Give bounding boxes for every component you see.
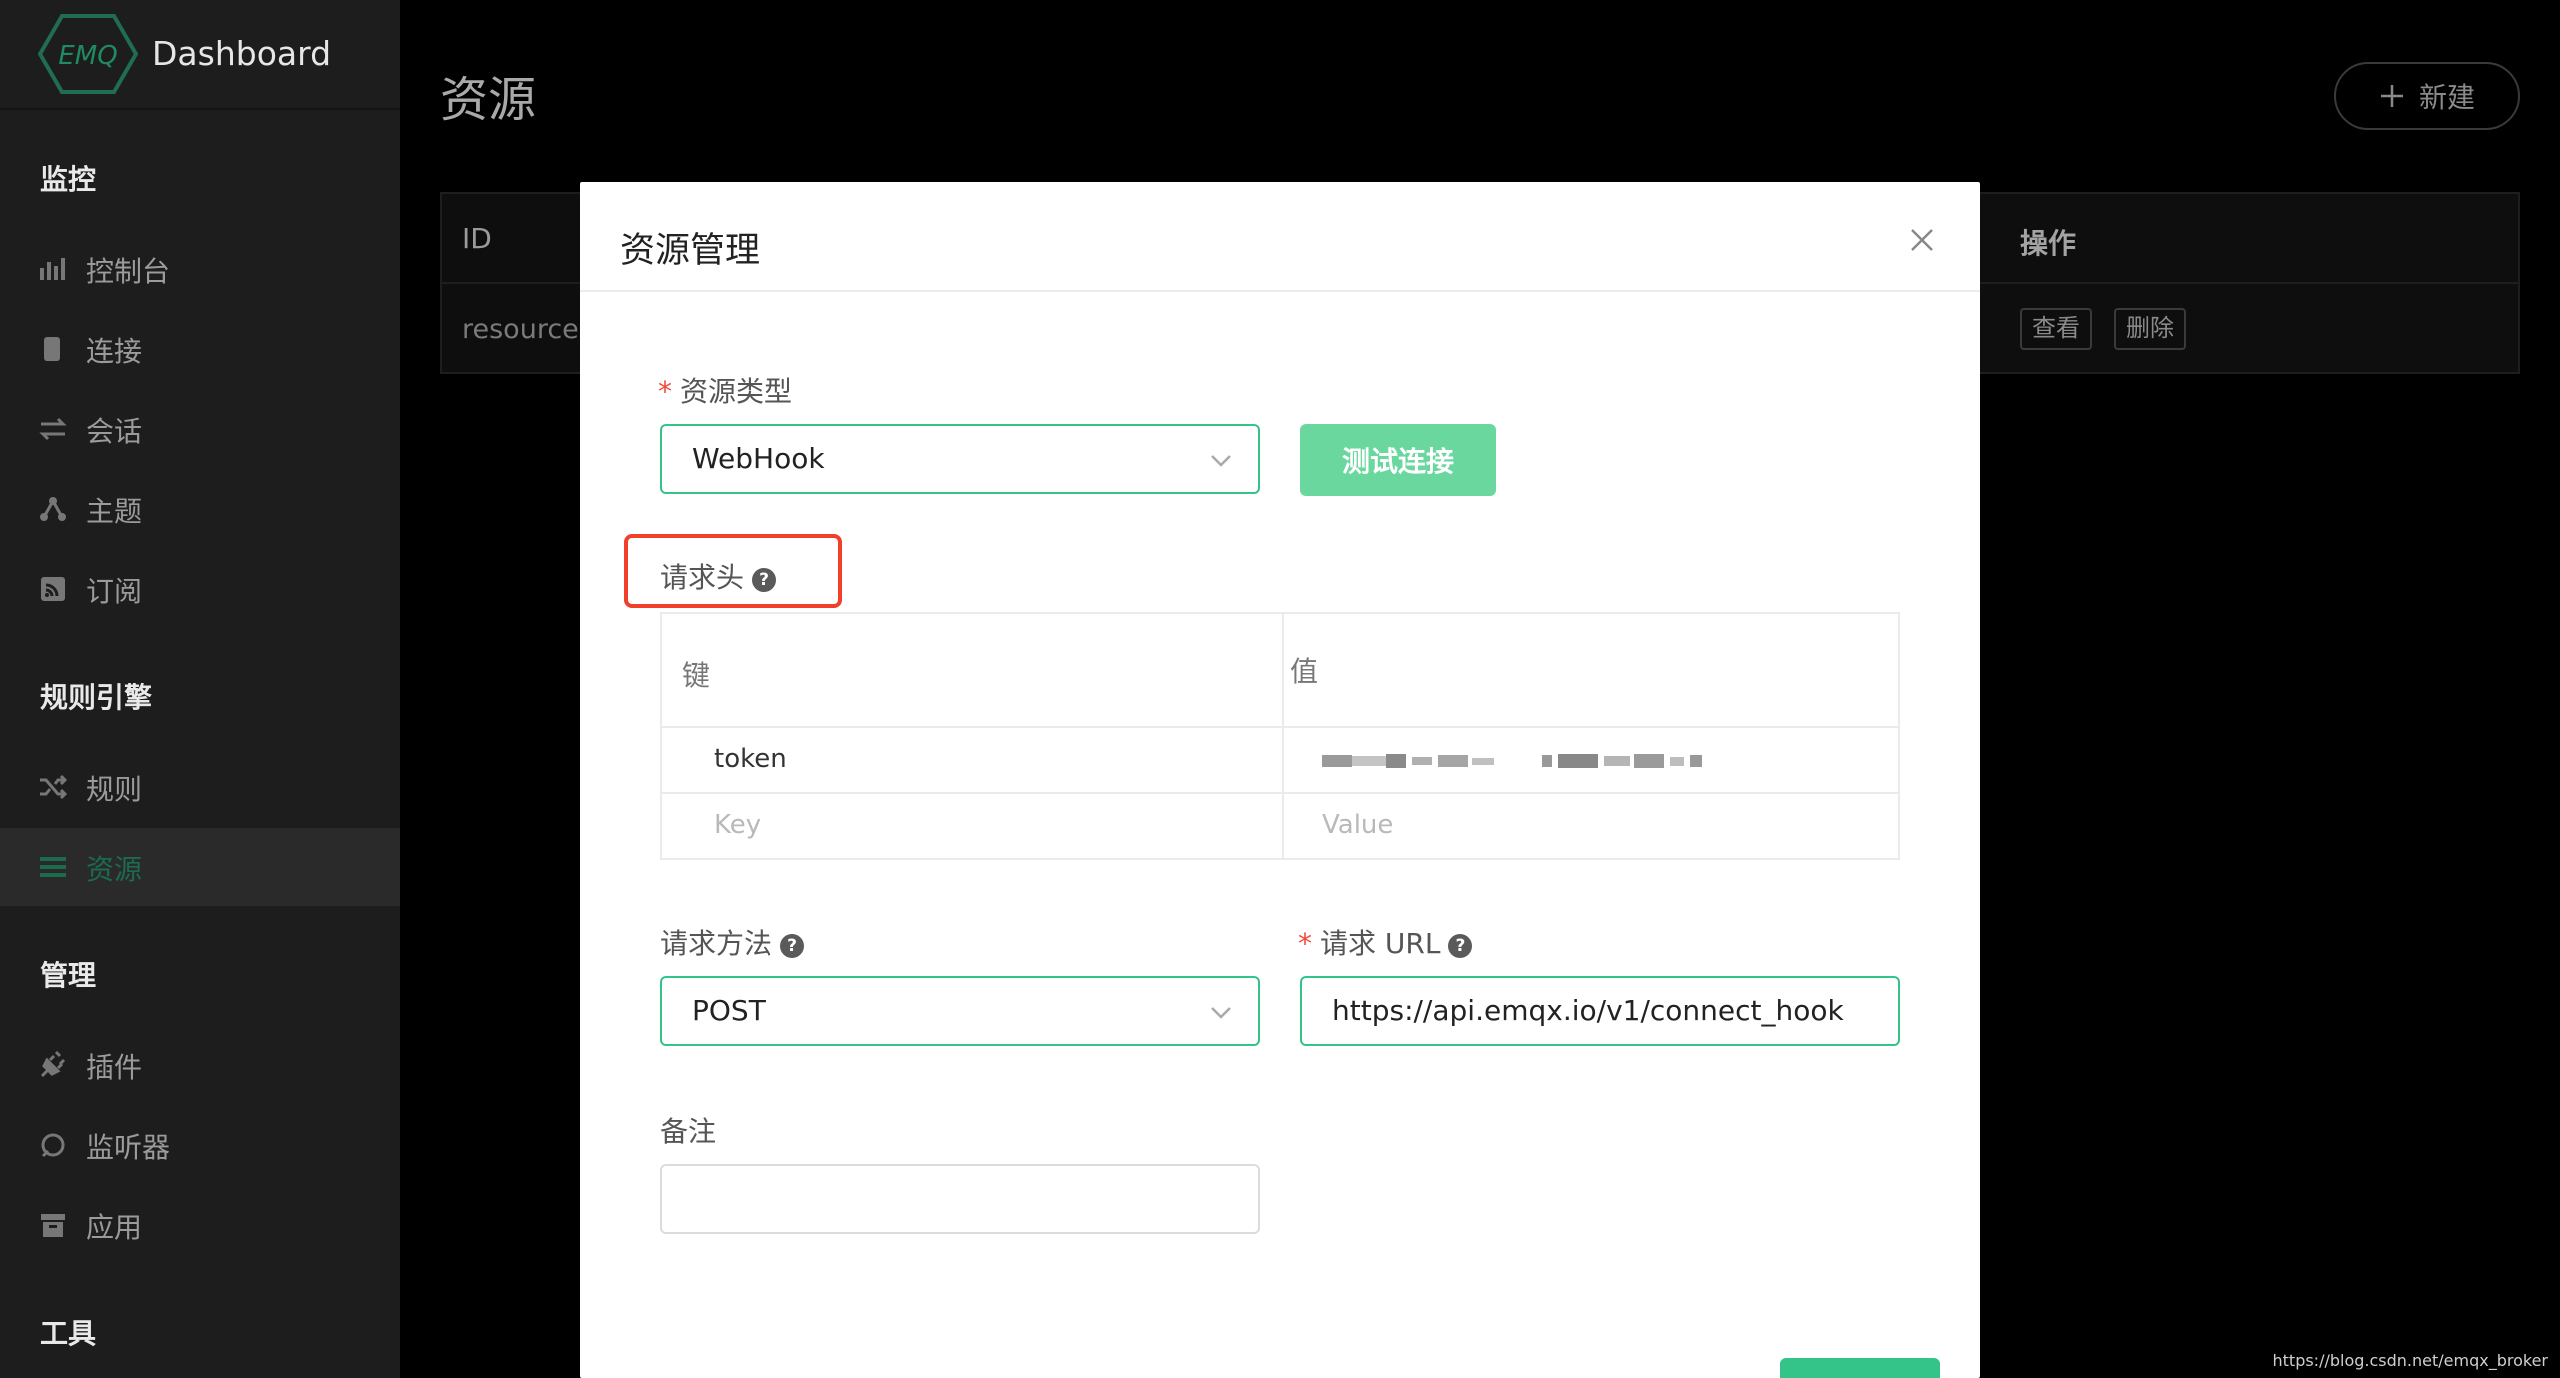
watermark: https://blog.csdn.net/emqx_broker	[2272, 1351, 2549, 1370]
sidebar-item-label: 会话	[86, 415, 143, 448]
group-title-rule-engine: 规则引擎	[40, 681, 153, 714]
sidebar-item-label: 插件	[86, 1051, 143, 1084]
test-connection-button[interactable]: 测试连接	[1300, 424, 1496, 496]
required-mark: *	[1298, 927, 1312, 960]
sidebar-item-label: 订阅	[86, 575, 143, 608]
bar-chart-icon	[40, 258, 65, 280]
sidebar-item-listeners[interactable]: 监听器	[0, 1106, 400, 1184]
list-icon	[40, 857, 66, 877]
row-divider	[662, 792, 1898, 794]
help-icon[interactable]: ?	[1448, 934, 1473, 958]
sidebar-item-label: 连接	[86, 335, 143, 368]
url-input[interactable]: https://api.emqx.io/v1/connect_hook	[1300, 976, 1900, 1046]
close-icon[interactable]	[1904, 222, 1940, 258]
url-label-text: 请求 URL	[1320, 927, 1441, 960]
group-title-management: 管理	[40, 959, 97, 992]
method-select[interactable]: POST	[660, 976, 1260, 1046]
brand-name: Dashboard	[152, 34, 332, 73]
header-key-token[interactable]: token	[714, 744, 787, 774]
chevron-down-icon	[1211, 1007, 1231, 1019]
box-icon	[41, 1214, 65, 1237]
column-divider	[1282, 614, 1284, 858]
headers-table: 键 值 token Key Value	[660, 612, 1900, 860]
url-label: * 请求 URL?	[1298, 922, 1473, 962]
sidebar-item-apps[interactable]: 应用	[0, 1186, 400, 1264]
device-icon	[44, 337, 60, 361]
blurred-header-value[interactable]	[1322, 750, 1712, 772]
chevron-down-icon	[1211, 455, 1231, 467]
resource-type-label: * 资源类型	[658, 370, 792, 410]
help-icon[interactable]: ?	[780, 934, 805, 958]
headers-label: 请求头?	[660, 556, 777, 596]
logo-text: EMQ	[58, 41, 117, 71]
sidebar-item-label: 应用	[86, 1211, 143, 1244]
table-header-actions: 操作	[2020, 227, 2077, 260]
shuffle-icon	[40, 774, 68, 800]
headers-label-text: 请求头	[660, 561, 745, 594]
ring-icon	[41, 1133, 65, 1158]
rss-icon	[41, 577, 65, 601]
group-title-tools: 工具	[40, 1317, 97, 1350]
view-button[interactable]: 查看	[2020, 308, 2092, 350]
sidebar-item-topics[interactable]: 主题	[0, 470, 400, 548]
remark-input[interactable]	[660, 1164, 1260, 1234]
sidebar: EMQ Dashboard 监控 控制台 连接 会话 主题 订阅 规则引擎 规则…	[0, 0, 400, 1378]
sidebar-item-rules[interactable]: 规则	[0, 748, 400, 826]
method-label-text: 请求方法	[660, 927, 773, 960]
page-title: 资源	[440, 72, 537, 128]
modal-header: 资源管理	[580, 182, 1980, 292]
emq-logo[interactable]: EMQ	[38, 12, 138, 96]
sidebar-item-label: 主题	[86, 495, 143, 528]
sidebar-item-plugins[interactable]: 插件	[0, 1026, 400, 1104]
sidebar-item-subscriptions[interactable]: 订阅	[0, 550, 400, 628]
sidebar-item-resources[interactable]: 资源	[0, 828, 400, 906]
sidebar-item-sessions[interactable]: 会话	[0, 390, 400, 468]
modal-title: 资源管理	[620, 231, 761, 271]
resource-type-label-text: 资源类型	[680, 375, 793, 408]
table-header-id: ID	[462, 222, 492, 255]
header-key-column: 键	[682, 659, 711, 692]
required-mark: *	[658, 375, 672, 408]
table-cell-id: resource:	[462, 314, 588, 345]
group-title-monitor: 监控	[40, 163, 97, 196]
method-label: 请求方法?	[660, 922, 805, 962]
row-divider	[662, 726, 1898, 728]
header-value-placeholder[interactable]: Value	[1322, 810, 1393, 840]
sidebar-item-label: 资源	[86, 853, 143, 886]
brand-header: EMQ Dashboard	[0, 0, 400, 110]
remark-label: 备注	[660, 1115, 717, 1148]
plug-icon	[40, 1050, 66, 1078]
url-value: https://api.emqx.io/v1/connect_hook	[1332, 994, 1844, 1027]
arrows-icon	[39, 417, 67, 441]
new-button-label: 新建	[2418, 82, 2475, 113]
header-key-placeholder[interactable]: Key	[714, 810, 761, 840]
confirm-button[interactable]	[1780, 1358, 1940, 1378]
sidebar-item-connections[interactable]: 连接	[0, 310, 400, 388]
delete-button[interactable]: 删除	[2114, 308, 2186, 350]
plus-icon	[2380, 85, 2403, 107]
help-icon[interactable]: ?	[752, 568, 777, 592]
resource-type-value: WebHook	[692, 442, 825, 475]
sidebar-item-label: 规则	[86, 773, 143, 806]
sidebar-item-dashboard[interactable]: 控制台	[0, 230, 400, 308]
resource-type-select[interactable]: WebHook	[660, 424, 1260, 494]
header-value-column: 值	[1290, 655, 1319, 688]
topic-nodes-icon	[40, 497, 66, 521]
new-resource-button[interactable]: 新建	[2334, 62, 2520, 130]
method-value: POST	[692, 994, 766, 1027]
sidebar-item-label: 控制台	[86, 255, 171, 288]
sidebar-item-label: 监听器	[86, 1131, 171, 1164]
resource-modal: 资源管理 * 资源类型 WebHook 测试连接 请求头? 键 值 token K…	[580, 182, 1980, 1378]
